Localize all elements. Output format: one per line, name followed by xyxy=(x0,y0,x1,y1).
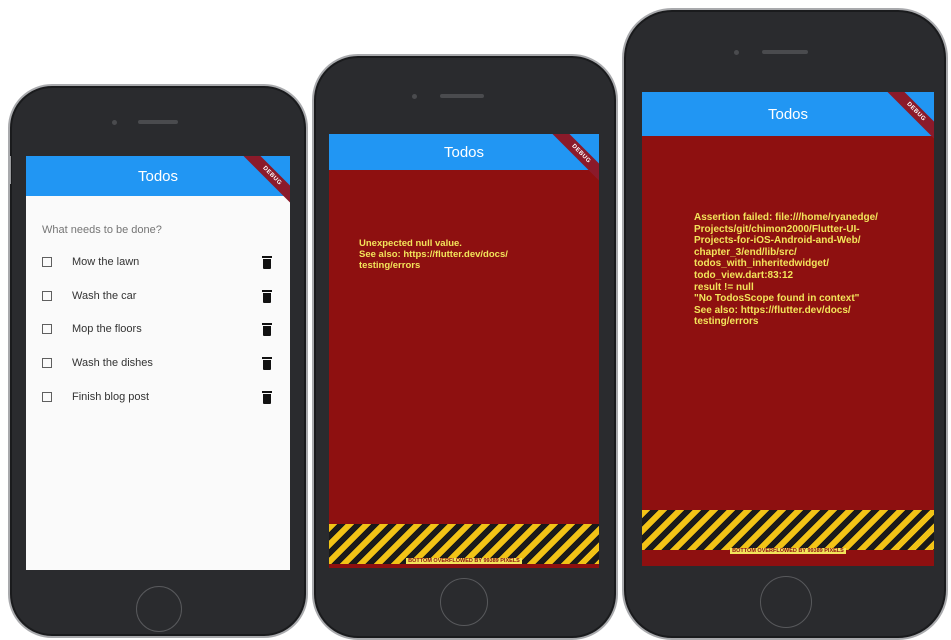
todo-item: Mow the lawn xyxy=(42,252,272,272)
todo-label: Mow the lawn xyxy=(72,256,140,268)
earpiece-speaker xyxy=(762,50,808,54)
todo-label: Mop the floors xyxy=(72,323,142,335)
app-bar: Todos xyxy=(642,92,934,136)
front-camera xyxy=(112,120,117,125)
home-button[interactable] xyxy=(760,576,812,628)
side-button xyxy=(10,156,11,184)
overflow-warning-label: BOTTOM OVERFLOWED BY 99389 PIXELS xyxy=(642,548,934,554)
todo-item: Mop the floors xyxy=(42,319,272,339)
checkbox-icon[interactable] xyxy=(42,257,52,267)
front-camera xyxy=(734,50,739,55)
app-bar-title: Todos xyxy=(137,167,179,185)
front-camera xyxy=(412,94,417,99)
todo-item: Wash the car xyxy=(42,286,272,306)
todo-label: Wash the dishes xyxy=(72,357,153,369)
todo-label: Wash the car xyxy=(72,290,137,302)
error-message: Assertion failed: file:///home/ryanedge/… xyxy=(694,212,878,328)
home-button[interactable] xyxy=(136,586,182,632)
phone-device-3: Todos DEBUG Assertion failed: file:///ho… xyxy=(622,8,948,640)
overflow-warning-label: BOTTOM OVERFLOWED BY 99389 PIXELS xyxy=(329,558,599,564)
phone-device-2: Todos DEBUG Unexpected null value. See a… xyxy=(312,54,618,640)
trash-icon[interactable] xyxy=(262,390,272,404)
earpiece-speaker xyxy=(138,120,178,124)
checkbox-icon[interactable] xyxy=(42,392,52,402)
overflow-warning-stripes xyxy=(642,510,934,550)
todo-item: Finish blog post xyxy=(42,387,272,407)
trash-icon[interactable] xyxy=(262,289,272,303)
app-bar-title: Todos xyxy=(443,143,485,161)
phone-device-1: Todos DEBUG What needs to be done? Mow t… xyxy=(8,84,308,638)
checkbox-icon[interactable] xyxy=(42,324,52,334)
todo-label: Finish blog post xyxy=(72,391,150,403)
home-button[interactable] xyxy=(440,578,488,626)
app-screen: Todos DEBUG What needs to be done? Mow t… xyxy=(26,156,290,570)
app-bar-title: Todos xyxy=(767,105,809,123)
error-screen: Todos DEBUG Unexpected null value. See a… xyxy=(329,134,599,568)
trash-icon[interactable] xyxy=(262,322,272,336)
error-message: Unexpected null value. See also: https:/… xyxy=(359,238,508,271)
todo-item: Wash the dishes xyxy=(42,353,272,373)
checkbox-icon[interactable] xyxy=(42,291,52,301)
trash-icon[interactable] xyxy=(262,356,272,370)
checkbox-icon[interactable] xyxy=(42,358,52,368)
overflow-warning-text: BOTTOM OVERFLOWED BY 99389 PIXELS xyxy=(730,548,846,554)
earpiece-speaker xyxy=(440,94,484,98)
new-todo-input[interactable]: What needs to be done? xyxy=(42,224,162,236)
trash-icon[interactable] xyxy=(262,255,272,269)
error-screen: Todos DEBUG Assertion failed: file:///ho… xyxy=(642,92,934,566)
overflow-warning-text: BOTTOM OVERFLOWED BY 99389 PIXELS xyxy=(406,558,522,564)
